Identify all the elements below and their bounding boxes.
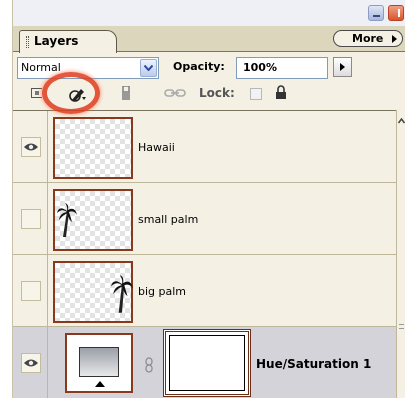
lock-move-icon[interactable] <box>121 86 131 101</box>
dropdown-arrow-icon <box>144 65 153 71</box>
layer-row-small-palm[interactable]: small palm <box>13 183 396 255</box>
adjustment-thumbnail[interactable] <box>65 333 133 393</box>
more-button[interactable]: More <box>333 30 403 47</box>
visibility-toggle[interactable] <box>21 209 41 229</box>
layer-name[interactable]: Hawaii <box>138 141 175 154</box>
eye-icon <box>24 359 38 367</box>
layer-row-hue-saturation[interactable]: Hue/Saturation 1 <box>13 327 396 398</box>
layer-name[interactable]: small palm <box>138 213 198 226</box>
opacity-slider-button[interactable] <box>333 57 352 77</box>
palm-icon <box>111 275 133 313</box>
opacity-field[interactable]: 100% <box>236 57 328 79</box>
lock-transparency-icon[interactable] <box>31 88 42 98</box>
opacity-label: Opacity: <box>173 60 225 73</box>
visibility-toggle[interactable] <box>21 137 41 157</box>
layers-list: Hawaii small palm big palm Hue/Saturatio… <box>13 110 396 398</box>
opacity-value: 100% <box>243 61 277 74</box>
tab-layers[interactable]: Layers <box>19 30 117 53</box>
row-divider <box>47 327 48 398</box>
minimize-icon[interactable] <box>368 5 384 21</box>
layer-row-hawaii[interactable]: Hawaii <box>13 111 396 183</box>
row-divider <box>47 111 48 183</box>
link-icon[interactable] <box>164 88 186 98</box>
tab-layers-label: Layers <box>34 34 79 48</box>
lock-pixels-checkbox[interactable] <box>250 88 262 100</box>
row-divider <box>47 183 48 255</box>
layer-name[interactable]: Hue/Saturation 1 <box>256 357 371 371</box>
layer-mask-thumbnail[interactable] <box>163 329 251 397</box>
dropdown-button[interactable] <box>140 59 157 77</box>
lock-label: Lock: <box>199 86 235 100</box>
layers-panel: Layers More Normal Opacity: 100% Lock: H… <box>12 0 405 398</box>
adjustment-triangle-icon <box>95 381 105 387</box>
layer-thumbnail[interactable] <box>53 117 133 179</box>
visibility-toggle[interactable] <box>21 281 41 301</box>
blend-mode-value: Normal <box>21 61 61 74</box>
layer-thumbnail[interactable] <box>53 189 133 251</box>
scroll-grip[interactable] <box>399 324 404 329</box>
layer-name[interactable]: big palm <box>138 285 186 298</box>
adjustment-icon <box>79 347 119 377</box>
panel-tabbar: Layers More <box>13 26 405 53</box>
visibility-toggle[interactable] <box>21 353 41 373</box>
layer-thumbnail[interactable] <box>53 261 133 323</box>
scroll-up-icon[interactable] <box>398 118 405 124</box>
panel-titlebar <box>13 0 405 26</box>
highlight-circle <box>42 72 100 114</box>
close-icon[interactable] <box>388 5 404 21</box>
more-label: More <box>352 32 384 45</box>
palm-icon <box>57 203 77 237</box>
more-arrow-icon <box>392 35 397 43</box>
layer-row-big-palm[interactable]: big palm <box>13 255 396 327</box>
mask-inner <box>169 335 245 391</box>
tab-grip-icon[interactable] <box>26 36 29 48</box>
chain-icon[interactable] <box>145 357 153 373</box>
eye-icon <box>24 143 38 151</box>
layers-scrollbar[interactable] <box>396 110 405 398</box>
lock-all-icon[interactable] <box>275 85 287 100</box>
row-divider <box>47 255 48 327</box>
